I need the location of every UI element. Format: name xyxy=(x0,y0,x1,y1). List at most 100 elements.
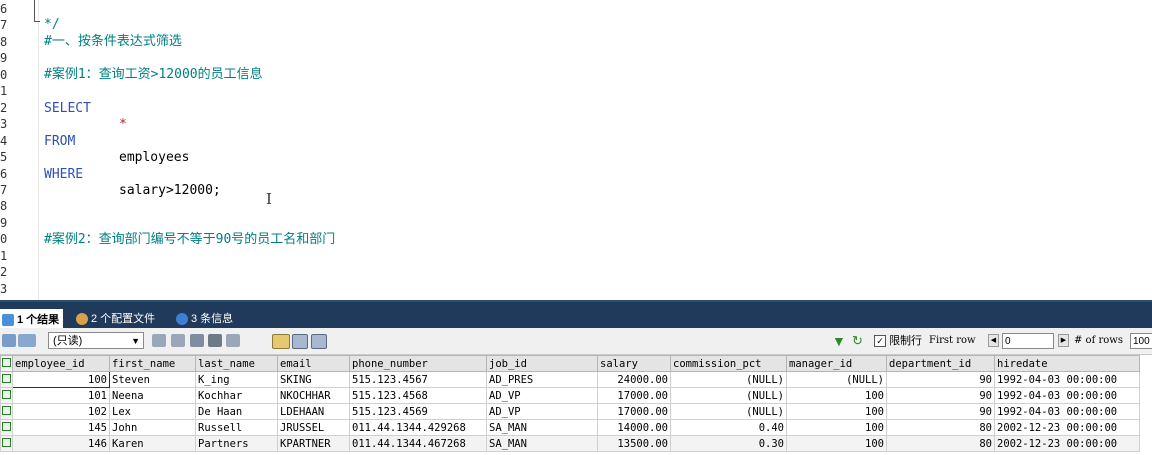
table-cell-last-name[interactable]: Russell xyxy=(195,419,278,436)
column-header[interactable]: department_id xyxy=(886,355,995,372)
table-cell-last-name[interactable]: K_ing xyxy=(195,371,278,388)
table-cell-hiredate[interactable]: 2002-12-23 00:00:00 xyxy=(994,435,1140,452)
table-cell-first-name[interactable]: John xyxy=(109,419,196,436)
table-cell-hiredate[interactable]: 1992-04-03 00:00:00 xyxy=(994,371,1140,388)
delete-icon[interactable] xyxy=(208,334,222,347)
row-select-checkbox[interactable] xyxy=(0,387,13,404)
table-cell-first-name[interactable]: Neena xyxy=(109,387,196,404)
column-header[interactable]: phone_number xyxy=(349,355,487,372)
table-cell-job-id[interactable]: SA_MAN xyxy=(486,419,598,436)
limit-rows-toggle[interactable]: ✓ 限制行 xyxy=(874,328,922,354)
table-row[interactable]: 101 Neena Kochhar NKOCHHAR 515.123.4568 AD_VP… xyxy=(0,387,1140,404)
row-select-checkbox[interactable] xyxy=(0,435,13,452)
row-select-checkbox[interactable] xyxy=(0,419,13,436)
tab-messages[interactable]: 3 条信息 xyxy=(174,308,237,330)
table-cell-phone-number[interactable]: 011.44.1344.467268 xyxy=(349,435,487,452)
copy-row-icon[interactable] xyxy=(152,334,166,347)
column-header[interactable]: employee_id xyxy=(12,355,110,372)
table-cell-employee-id[interactable]: 100 xyxy=(12,371,110,388)
readonly-select[interactable]: (只读) ▼ xyxy=(48,332,144,349)
table-row[interactable]: 102 Lex De Haan LDEHAAN 515.123.4569 AD_VP 170… xyxy=(0,403,1140,420)
table-cell-last-name[interactable]: Partners xyxy=(195,435,278,452)
column-header[interactable]: last_name xyxy=(195,355,278,372)
rows-count-input[interactable]: 100 xyxy=(1130,333,1152,349)
table-cell-employee-id[interactable]: 146 xyxy=(12,435,110,452)
save-icon[interactable] xyxy=(190,334,204,347)
table-cell-last-name[interactable]: De Haan xyxy=(195,403,278,420)
table-cell-manager-id[interactable]: (NULL) xyxy=(786,371,887,388)
table-cell-phone-number[interactable]: 011.44.1344.429268 xyxy=(349,419,487,436)
table-cell-email[interactable]: JRUSSEL xyxy=(277,419,350,436)
sql-editor[interactable]: 678901234567890123 */ #一、按条件表达式筛选 #案例1：查… xyxy=(0,0,1152,300)
first-row-input[interactable]: 0 xyxy=(1002,333,1054,349)
column-header[interactable]: email xyxy=(277,355,350,372)
table-cell-department-id[interactable]: 90 xyxy=(886,403,995,420)
column-header[interactable]: manager_id xyxy=(786,355,887,372)
table-cell-phone-number[interactable]: 515.123.4567 xyxy=(349,371,487,388)
table-cell-job-id[interactable]: AD_VP xyxy=(486,387,598,404)
table-cell-manager-id[interactable]: 100 xyxy=(786,419,887,436)
form-mode-icon[interactable] xyxy=(292,334,308,349)
row-select-checkbox[interactable] xyxy=(0,403,13,420)
table-cell-commission-pct[interactable]: 0.30 xyxy=(670,435,787,452)
duplicate-row-icon[interactable] xyxy=(171,334,185,347)
table-cell-job-id[interactable]: AD_PRES xyxy=(486,371,598,388)
table-cell-salary[interactable]: 24000.00 xyxy=(597,371,671,388)
refresh-icon[interactable]: ↻ xyxy=(852,328,863,354)
column-header[interactable]: job_id xyxy=(486,355,598,372)
table-row[interactable]: 146 Karen Partners KPARTNER 011.44.1344.4672… xyxy=(0,435,1140,452)
table-cell-employee-id[interactable]: 102 xyxy=(12,403,110,420)
table-cell-department-id[interactable]: 90 xyxy=(886,387,995,404)
table-cell-hiredate[interactable]: 2002-12-23 00:00:00 xyxy=(994,419,1140,436)
table-cell-employee-id[interactable]: 101 xyxy=(12,387,110,404)
cancel-changes-icon[interactable] xyxy=(226,334,240,347)
export-menu-icon[interactable] xyxy=(18,334,36,347)
prev-page-button[interactable]: ◀ xyxy=(988,334,999,347)
tab-profile[interactable]: 2 个配置文件 xyxy=(74,308,159,330)
table-cell-last-name[interactable]: Kochhar xyxy=(195,387,278,404)
table-cell-hiredate[interactable]: 1992-04-03 00:00:00 xyxy=(994,387,1140,404)
text-mode-icon[interactable] xyxy=(311,334,327,349)
table-cell-email[interactable]: SKING xyxy=(277,371,350,388)
table-cell-first-name[interactable]: Steven xyxy=(109,371,196,388)
table-cell-hiredate[interactable]: 1992-04-03 00:00:00 xyxy=(994,403,1140,420)
column-header[interactable]: first_name xyxy=(109,355,196,372)
table-cell-department-id[interactable]: 80 xyxy=(886,419,995,436)
grid-view-icon[interactable] xyxy=(2,334,16,347)
table-cell-email[interactable]: NKOCHHAR xyxy=(277,387,350,404)
table-cell-department-id[interactable]: 80 xyxy=(886,435,995,452)
result-grid[interactable]: employee_id first_name last_name email p… xyxy=(0,355,1152,455)
column-header[interactable]: salary xyxy=(597,355,671,372)
table-cell-manager-id[interactable]: 100 xyxy=(786,435,887,452)
table-cell-department-id[interactable]: 90 xyxy=(886,371,995,388)
table-cell-job-id[interactable]: AD_VP xyxy=(486,403,598,420)
table-cell-salary[interactable]: 17000.00 xyxy=(597,403,671,420)
table-cell-salary[interactable]: 13500.00 xyxy=(597,435,671,452)
table-cell-commission-pct[interactable]: (NULL) xyxy=(670,403,787,420)
table-cell-email[interactable]: LDEHAAN xyxy=(277,403,350,420)
row-select-checkbox[interactable] xyxy=(0,371,13,388)
grid-mode-icon[interactable] xyxy=(272,334,290,349)
table-cell-manager-id[interactable]: 100 xyxy=(786,403,887,420)
next-page-button[interactable]: ▶ xyxy=(1058,334,1069,347)
column-header[interactable]: commission_pct xyxy=(670,355,787,372)
table-row[interactable]: 145 John Russell JRUSSEL 011.44.1344.429268 S… xyxy=(0,419,1140,436)
table-cell-phone-number[interactable]: 515.123.4569 xyxy=(349,403,487,420)
column-header[interactable]: hiredate xyxy=(994,355,1140,372)
limit-rows-checkbox[interactable]: ✓ xyxy=(874,335,886,348)
table-cell-first-name[interactable]: Karen xyxy=(109,435,196,452)
table-cell-job-id[interactable]: SA_MAN xyxy=(486,435,598,452)
table-cell-first-name[interactable]: Lex xyxy=(109,403,196,420)
table-cell-phone-number[interactable]: 515.123.4568 xyxy=(349,387,487,404)
table-cell-employee-id[interactable]: 145 xyxy=(12,419,110,436)
table-cell-salary[interactable]: 14000.00 xyxy=(597,419,671,436)
table-cell-manager-id[interactable]: 100 xyxy=(786,387,887,404)
table-cell-commission-pct[interactable]: (NULL) xyxy=(670,387,787,404)
table-cell-email[interactable]: KPARTNER xyxy=(277,435,350,452)
table-cell-commission-pct[interactable]: 0.40 xyxy=(670,419,787,436)
tab-results[interactable]: 1 个结果 xyxy=(0,309,64,330)
table-cell-salary[interactable]: 17000.00 xyxy=(597,387,671,404)
filter-icon[interactable]: ▼ xyxy=(832,328,846,354)
table-row[interactable]: 100 Steven K_ing SKING 515.123.4567 AD_PRES 24… xyxy=(0,371,1140,388)
table-cell-commission-pct[interactable]: (NULL) xyxy=(670,371,787,388)
